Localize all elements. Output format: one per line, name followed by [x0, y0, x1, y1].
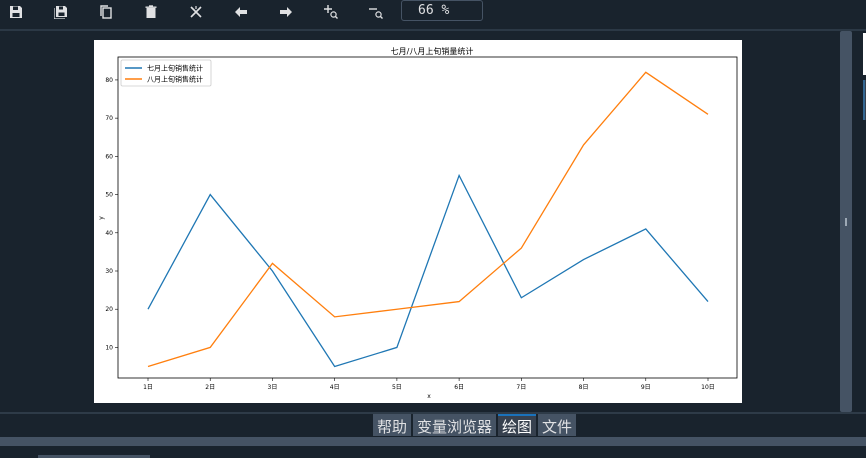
next-plot-button[interactable] — [275, 2, 297, 22]
x-axis: 1日 2日 3日 4日 5日 6日 7日 8日 9日 10日 — [143, 378, 715, 391]
tab-variable-explorer[interactable]: 变量浏览器 — [413, 414, 497, 436]
zoom-in-button[interactable] — [320, 2, 342, 22]
y-tick-label: 30 — [105, 268, 113, 275]
y-tick-label: 80 — [105, 77, 113, 84]
close-all-button[interactable] — [185, 2, 207, 22]
splitter-grip — [845, 218, 847, 226]
y-tick-label: 70 — [105, 115, 113, 122]
status-divider — [0, 437, 866, 446]
x-tick-label: 5日 — [392, 384, 402, 391]
tab-plots[interactable]: 绘图 — [498, 414, 537, 436]
y-tick-label: 10 — [105, 344, 113, 351]
tab-help[interactable]: 帮助 — [373, 414, 412, 436]
delete-icon — [145, 5, 157, 18]
save-icon — [10, 6, 22, 18]
x-tick-label: 6日 — [454, 384, 464, 391]
y-axis: 10 20 30 40 50 60 70 80 — [105, 77, 118, 351]
save-all-button[interactable] — [50, 2, 72, 22]
save-all-icon — [54, 6, 67, 19]
plots-toolbar: 66 % — [0, 0, 866, 26]
y-tick-label: 40 — [105, 230, 113, 237]
legend-label-august: 八月上旬销售统计 — [147, 75, 203, 84]
zoom-in-icon — [324, 5, 338, 19]
delete-button[interactable] — [140, 2, 162, 22]
y-tick-label: 50 — [105, 192, 113, 199]
x-tick-label: 8日 — [579, 384, 589, 391]
series-line-july — [147, 173, 709, 368]
line-chart: 七月/八月上旬销量统计 10 20 30 40 50 60 70 80 1日 2日 3日 4日 5日 6… — [98, 46, 738, 400]
copy-button[interactable] — [95, 2, 117, 22]
plot-figure[interactable]: 七月/八月上旬销量统计 10 20 30 40 50 60 70 80 1日 2日 3日 4日 5日 6… — [94, 40, 742, 403]
series-lines — [147, 71, 709, 368]
chart-title: 七月/八月上旬销量统计 — [391, 46, 474, 56]
zoom-out-button[interactable] — [365, 2, 387, 22]
y-tick-label: 60 — [105, 153, 113, 160]
legend-label-july: 七月上旬销售统计 — [147, 64, 203, 73]
x-tick-label: 3日 — [268, 384, 278, 391]
x-tick-label: 1日 — [143, 384, 153, 391]
x-tick-label: 10日 — [701, 384, 715, 391]
zoom-out-icon — [369, 8, 383, 19]
tab-files[interactable]: 文件 — [538, 414, 577, 436]
x-tick-label: 7日 — [516, 384, 526, 391]
copy-icon — [100, 5, 112, 19]
y-tick-label: 20 — [105, 306, 113, 313]
x-axis-label: x — [427, 393, 431, 400]
zoom-level-display: 66 % — [401, 0, 483, 21]
pane-tab-bar: 帮助 变量浏览器 绘图 文件 — [373, 414, 577, 436]
arrow-left-icon — [235, 7, 247, 17]
plot-area — [117, 56, 738, 379]
close-all-icon — [190, 6, 202, 18]
series-line-august — [147, 71, 709, 368]
x-tick-label: 2日 — [205, 384, 215, 391]
x-tick-label: 9日 — [641, 384, 651, 391]
arrow-right-icon — [280, 7, 292, 17]
legend: 七月上旬销售统计 八月上旬销售统计 — [120, 59, 212, 87]
x-tick-label: 4日 — [330, 384, 340, 391]
previous-plot-button[interactable] — [230, 2, 252, 22]
save-button[interactable] — [5, 2, 27, 22]
y-axis-label: y — [98, 216, 105, 220]
